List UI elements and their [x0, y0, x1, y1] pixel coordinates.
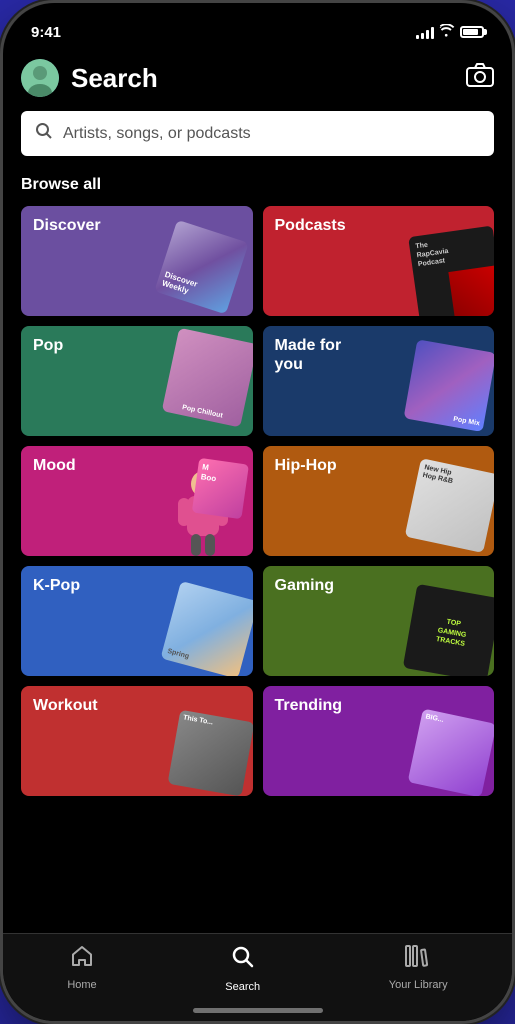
- category-gaming[interactable]: Gaming TOPGAMINGTRACKS: [263, 566, 495, 676]
- category-discover[interactable]: Discover DiscoverWeekly: [21, 206, 253, 316]
- header-left: Search: [21, 59, 158, 97]
- search-placeholder: Artists, songs, or podcasts: [63, 125, 251, 143]
- category-label-gaming: Gaming: [275, 576, 335, 595]
- page-header: Search: [21, 47, 494, 111]
- category-mood[interactable]: Mood MBoo: [21, 446, 253, 556]
- category-label-mood: Mood: [33, 456, 76, 475]
- nav-search-label: Search: [225, 981, 260, 993]
- category-trending[interactable]: Trending BIG...: [263, 686, 495, 796]
- library-icon: [405, 944, 431, 975]
- categories-grid: Discover DiscoverWeekly Podcasts TheRapC…: [21, 206, 494, 796]
- status-time: 9:41: [31, 24, 61, 41]
- search-nav-icon: [230, 944, 256, 977]
- home-indicator: [193, 1008, 323, 1013]
- category-podcasts[interactable]: Podcasts TheRapCaviaPodcast: [263, 206, 495, 316]
- category-label-madeforyou: Made for you: [275, 336, 342, 374]
- search-bar[interactable]: Artists, songs, or podcasts: [21, 111, 494, 156]
- nav-home-label: Home: [67, 979, 96, 991]
- category-label-discover: Discover: [33, 216, 101, 235]
- category-label-kpop: K-Pop: [33, 576, 80, 595]
- wifi-icon: [439, 24, 455, 41]
- category-label-hiphop: Hip-Hop: [275, 456, 337, 475]
- category-pop[interactable]: Pop Pop Chillout: [21, 326, 253, 436]
- category-label-pop: Pop: [33, 336, 63, 355]
- signal-icon: [416, 25, 434, 39]
- battery-icon: [460, 26, 484, 38]
- category-kpop[interactable]: K-Pop Spring: [21, 566, 253, 676]
- nav-home[interactable]: Home: [67, 944, 96, 991]
- main-content: Search Artists,: [3, 47, 512, 977]
- browse-label: Browse all: [21, 176, 494, 194]
- home-icon: [70, 944, 94, 975]
- category-label-trending: Trending: [275, 696, 343, 715]
- phone-screen: 9:41: [3, 3, 512, 1021]
- bottom-nav: Home Search: [3, 933, 512, 1021]
- category-label-workout: Workout: [33, 696, 98, 715]
- search-icon: [35, 122, 53, 145]
- notch: [198, 3, 318, 33]
- camera-icon[interactable]: [466, 63, 494, 94]
- phone-frame: 9:41: [0, 0, 515, 1024]
- category-madeforyou[interactable]: Made for you Pop Mix: [263, 326, 495, 436]
- page-title: Search: [71, 63, 158, 94]
- nav-search[interactable]: Search: [225, 944, 260, 993]
- nav-library[interactable]: Your Library: [389, 944, 448, 991]
- category-hiphop[interactable]: Hip-Hop New HipHop R&B: [263, 446, 495, 556]
- status-icons: [416, 24, 484, 41]
- category-label-podcasts: Podcasts: [275, 216, 346, 235]
- avatar[interactable]: [21, 59, 59, 97]
- nav-library-label: Your Library: [389, 979, 448, 991]
- category-workout[interactable]: Workout This To...: [21, 686, 253, 796]
